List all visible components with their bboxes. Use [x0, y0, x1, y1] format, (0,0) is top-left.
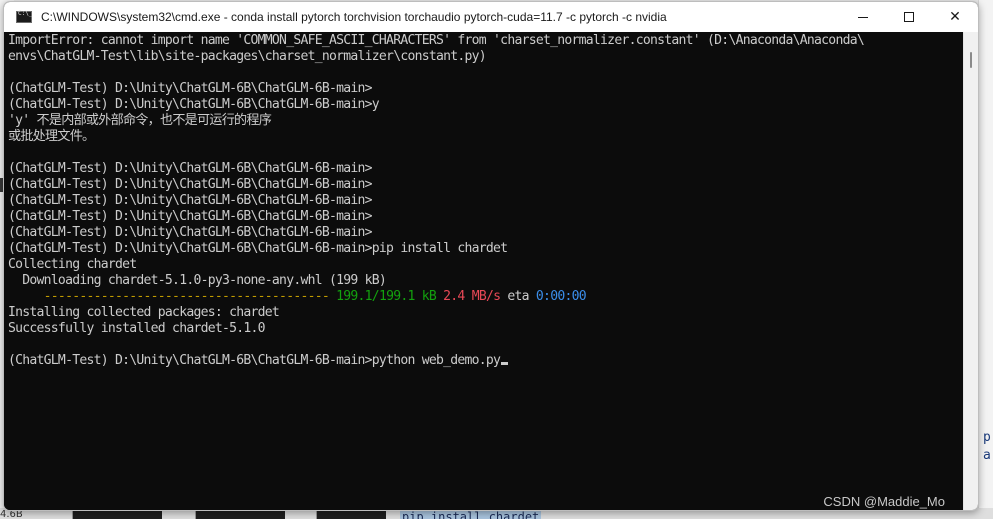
console-line: 'y' 不是内部或外部命令，也不是可运行的程序: [8, 113, 272, 128]
console-line: envs\ChatGLM-Test\lib\site-packages\char…: [8, 49, 487, 64]
console-line: (ChatGLM-Test) D:\Unity\ChatGLM-6B\ChatG…: [8, 225, 373, 240]
console-line: ImportError: cannot import name 'COMMON_…: [8, 33, 865, 48]
console-line: Installing collected packages: chardet: [8, 305, 280, 320]
console-line: (ChatGLM-Test) D:\Unity\ChatGLM-6B\ChatG…: [8, 97, 380, 112]
download-size: 199.1/199.1 kB: [336, 289, 437, 304]
maximize-button[interactable]: [886, 2, 932, 32]
cmd-window[interactable]: C:\WINDOWS\system32\cmd.exe - conda inst…: [3, 1, 979, 511]
background-thumbnail: [195, 510, 285, 519]
console-output[interactable]: ImportError: cannot import name 'COMMON_…: [4, 32, 965, 510]
console-line: Successfully installed chardet-5.1.0: [8, 321, 266, 336]
download-progress-line: ----------------------------------------…: [8, 289, 587, 305]
background-thumbnail: [316, 510, 386, 519]
watermark: CSDN @Maddie_Mo: [823, 494, 945, 509]
close-button[interactable]: ✕: [932, 2, 978, 32]
cmd-app-icon: [16, 10, 32, 23]
scrollbar-thumb[interactable]: [970, 52, 972, 68]
console-line: 或批处理文件。: [8, 129, 95, 144]
console-line: (ChatGLM-Test) D:\Unity\ChatGLM-6B\ChatG…: [8, 193, 373, 208]
command-prompt-line[interactable]: (ChatGLM-Test) D:\Unity\ChatGLM-6B\ChatG…: [8, 353, 509, 369]
minimize-button[interactable]: [840, 2, 886, 32]
eta-label: eta: [507, 289, 529, 304]
close-icon: ✕: [949, 9, 961, 25]
text-cursor: [501, 362, 509, 365]
console-line: (ChatGLM-Test) D:\Unity\ChatGLM-6B\ChatG…: [8, 241, 508, 256]
console-line: Downloading chardet-5.1.0-py3-none-any.w…: [8, 273, 387, 288]
progress-bar: ----------------------------------------: [8, 289, 330, 304]
window-controls: ✕: [840, 2, 978, 32]
console-line: (ChatGLM-Test) D:\Unity\ChatGLM-6B\ChatG…: [8, 209, 373, 224]
console-line: Collecting chardet: [8, 257, 137, 272]
minimize-icon: [858, 16, 868, 18]
background-text: a: [983, 448, 991, 463]
maximize-icon: [904, 12, 914, 22]
prompt: (ChatGLM-Test) D:\Unity\ChatGLM-6B\ChatG…: [8, 353, 373, 368]
console-line: (ChatGLM-Test) D:\Unity\ChatGLM-6B\ChatG…: [8, 177, 373, 192]
console-line: (ChatGLM-Test) D:\Unity\ChatGLM-6B\ChatG…: [8, 81, 373, 96]
background-text: p:: [983, 430, 993, 445]
title-bar[interactable]: C:\WINDOWS\system32\cmd.exe - conda inst…: [4, 2, 978, 32]
command-input[interactable]: python web_demo.py: [372, 353, 501, 368]
window-title: C:\WINDOWS\system32\cmd.exe - conda inst…: [41, 10, 667, 24]
background-thumbnail: [72, 510, 162, 519]
download-speed: 2.4 MB/s: [443, 289, 501, 304]
eta-value: 0:00:00: [535, 289, 587, 304]
console-line: (ChatGLM-Test) D:\Unity\ChatGLM-6B\ChatG…: [8, 161, 373, 176]
background-right-panel: p: a: [978, 0, 993, 519]
vertical-scrollbar[interactable]: [963, 32, 978, 510]
